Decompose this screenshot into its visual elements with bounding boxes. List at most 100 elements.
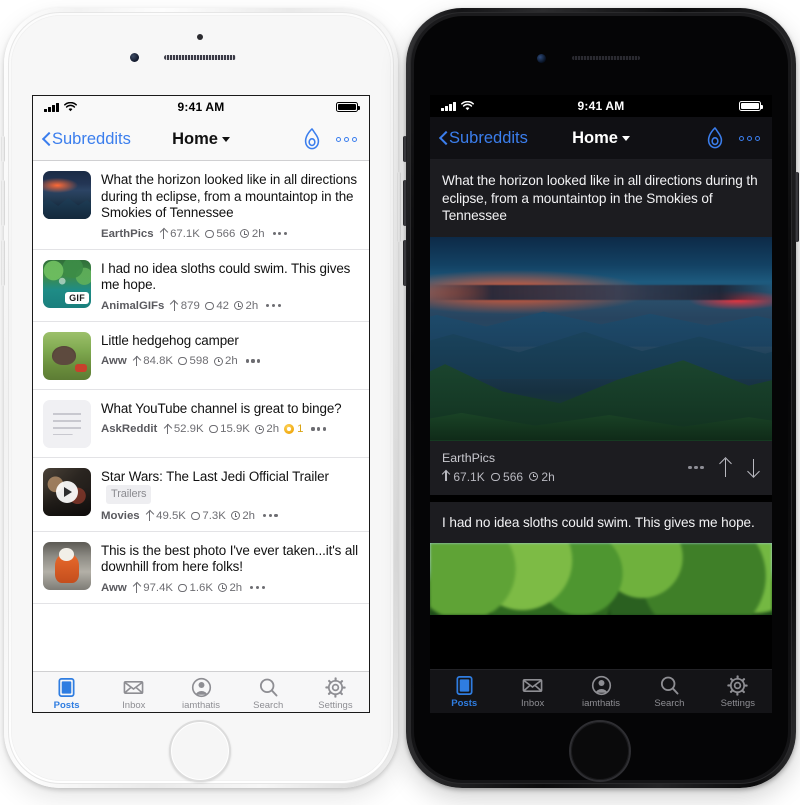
status-clock-dark: 9:41 AM	[577, 99, 625, 113]
post-more-icon[interactable]	[272, 231, 288, 236]
flame-sort-icon[interactable]	[704, 126, 726, 150]
feed-title-button[interactable]: Home	[172, 130, 230, 148]
post-comments[interactable]: 566	[204, 227, 236, 240]
tab-iamthatis[interactable]: iamthatis	[567, 674, 635, 709]
post-list-item[interactable]: What the horizon looked like in all dire…	[33, 161, 369, 250]
posts-icon	[454, 674, 475, 696]
back-button-label: Subreddits	[449, 128, 528, 147]
tab-inbox[interactable]: Inbox	[498, 674, 566, 709]
sloth-river-thumbnail[interactable]: GIF	[43, 259, 91, 308]
arrow-down-icon[interactable]	[747, 458, 760, 477]
post-card[interactable]: I had no idea sloths could swim. This gi…	[430, 501, 772, 615]
post-list-item[interactable]: What YouTube channel is great to binge? …	[33, 390, 369, 458]
feed-title-label: Home	[572, 128, 618, 147]
post-comments[interactable]: 1.6K	[178, 582, 213, 594]
volume-down-button[interactable]	[1, 240, 5, 286]
post-title: I had no idea sloths could swim. This gi…	[442, 514, 755, 530]
tab-label: iamthatis	[582, 698, 621, 709]
post-comments[interactable]: 7.3K	[190, 510, 226, 522]
post-comments[interactable]: 42	[204, 300, 229, 312]
post-comments[interactable]: 566	[490, 470, 523, 484]
video-trailer-thumbnail[interactable]	[43, 467, 91, 516]
tab-posts[interactable]: Posts	[33, 676, 100, 711]
comment-count: 566	[216, 227, 236, 240]
mountain-sunset-thumbnail[interactable]	[43, 171, 91, 219]
more-horizontal-icon[interactable]	[739, 135, 760, 141]
tab-posts[interactable]: Posts	[430, 674, 498, 709]
tab-settings[interactable]: Settings	[302, 676, 369, 711]
post-list-dark[interactable]: What the horizon looked like in all dire…	[430, 160, 772, 669]
post-list-light[interactable]: What the horizon looked like in all dire…	[33, 161, 369, 671]
post-meta: EarthPics 67.1K 566 2h	[430, 441, 772, 495]
mute-switch[interactable]	[1, 136, 5, 162]
back-to-subreddits-button-dark[interactable]: Subreddits	[438, 129, 528, 148]
tab-label: Settings	[318, 700, 353, 711]
status-right-group-dark	[739, 101, 763, 111]
back-to-subreddits-button[interactable]: Subreddits	[41, 130, 131, 149]
home-button-dark[interactable]	[569, 720, 631, 782]
post-more-icon[interactable]	[311, 427, 326, 431]
post-comments[interactable]: 598	[178, 355, 209, 367]
tab-search[interactable]: Search	[635, 674, 703, 709]
post-comments[interactable]: 15.9K	[208, 423, 250, 435]
volume-up-button-dark[interactable]	[403, 180, 407, 226]
iphone-black-device: 9:41 AM Subreddits Home What the horizon…	[403, 8, 799, 788]
more-horizontal-icon[interactable]	[688, 465, 704, 470]
post-title: Star Wars: The Last Jedi Official Traile…	[101, 469, 359, 504]
age-label: 2h	[242, 509, 256, 522]
chevron-down-icon	[621, 135, 630, 141]
age-label: 2h	[541, 469, 555, 484]
arrow-up-icon[interactable]	[719, 458, 732, 477]
post-more-icon[interactable]	[250, 585, 265, 590]
post-subreddit[interactable]: AnimalGIFs	[101, 300, 164, 312]
post-subreddit[interactable]: Movies	[101, 510, 140, 522]
text-post-thumbnail[interactable]	[43, 399, 91, 448]
mountain-sunset-photo[interactable]	[430, 236, 772, 441]
tab-iamthatis[interactable]: iamthatis	[167, 676, 234, 711]
tab-inbox[interactable]: Inbox	[100, 676, 167, 711]
tab-search[interactable]: Search	[235, 676, 302, 711]
screenshot-stage: 9:41 AM Subreddits Home What the horizon…	[0, 0, 800, 805]
feed-title-button-dark[interactable]: Home	[572, 129, 630, 147]
post-subreddit[interactable]: Aww	[101, 582, 127, 594]
tab-bar-dark[interactable]: Posts Inbox iamthatis Search Settings	[430, 669, 772, 713]
post-list-item[interactable]: GIF I had no idea sloths could swim. Thi…	[33, 250, 369, 322]
post-list-item[interactable]: This is the best photo I've ever taken..…	[33, 532, 369, 604]
post-age: 2h	[217, 582, 242, 594]
post-more-icon[interactable]	[263, 513, 278, 518]
post-subreddit[interactable]: EarthPics	[442, 451, 685, 465]
post-upvotes: 49.5K	[146, 510, 186, 522]
power-button[interactable]	[397, 172, 401, 242]
person-icon	[591, 674, 612, 696]
chevron-left-icon	[41, 131, 51, 147]
play-icon[interactable]	[56, 480, 78, 503]
dog-photo-thumbnail[interactable]	[43, 541, 91, 590]
hedgehog-camper-thumbnail[interactable]	[43, 331, 91, 380]
post-subreddit[interactable]: AskReddit	[101, 423, 157, 435]
trees-sky-photo[interactable]	[430, 543, 772, 615]
gear-icon	[325, 676, 346, 698]
post-list-item[interactable]: Star Wars: The Last Jedi Official Traile…	[33, 458, 369, 532]
post-more-icon[interactable]	[245, 359, 261, 363]
post-meta: AnimalGIFs 879 42 2h	[101, 300, 359, 312]
volume-up-button[interactable]	[1, 180, 5, 226]
post-list-item[interactable]: Little hedgehog camper Aww 84.8K 598 2h	[33, 322, 369, 390]
post-subreddit[interactable]: EarthPics	[101, 228, 154, 240]
mute-switch-dark[interactable]	[403, 136, 407, 162]
post-age: 2h	[254, 423, 279, 435]
post-card[interactable]: What the horizon looked like in all dire…	[430, 160, 772, 495]
post-more-icon[interactable]	[266, 303, 281, 308]
post-upvotes: 67.1K	[160, 228, 200, 240]
power-button-dark[interactable]	[795, 172, 799, 242]
tab-label: Inbox	[122, 700, 146, 711]
post-upvotes: 879	[170, 300, 200, 312]
person-icon	[191, 676, 212, 698]
clock-icon	[240, 229, 250, 238]
post-subreddit[interactable]: Aww	[101, 355, 127, 367]
volume-down-button-dark[interactable]	[403, 240, 407, 286]
tab-bar-light[interactable]: Posts Inbox iamthatis Search Settings	[33, 671, 369, 712]
tab-settings[interactable]: Settings	[704, 674, 772, 709]
home-button[interactable]	[169, 720, 231, 782]
flame-sort-icon[interactable]	[301, 127, 323, 151]
more-horizontal-icon[interactable]	[336, 136, 357, 142]
